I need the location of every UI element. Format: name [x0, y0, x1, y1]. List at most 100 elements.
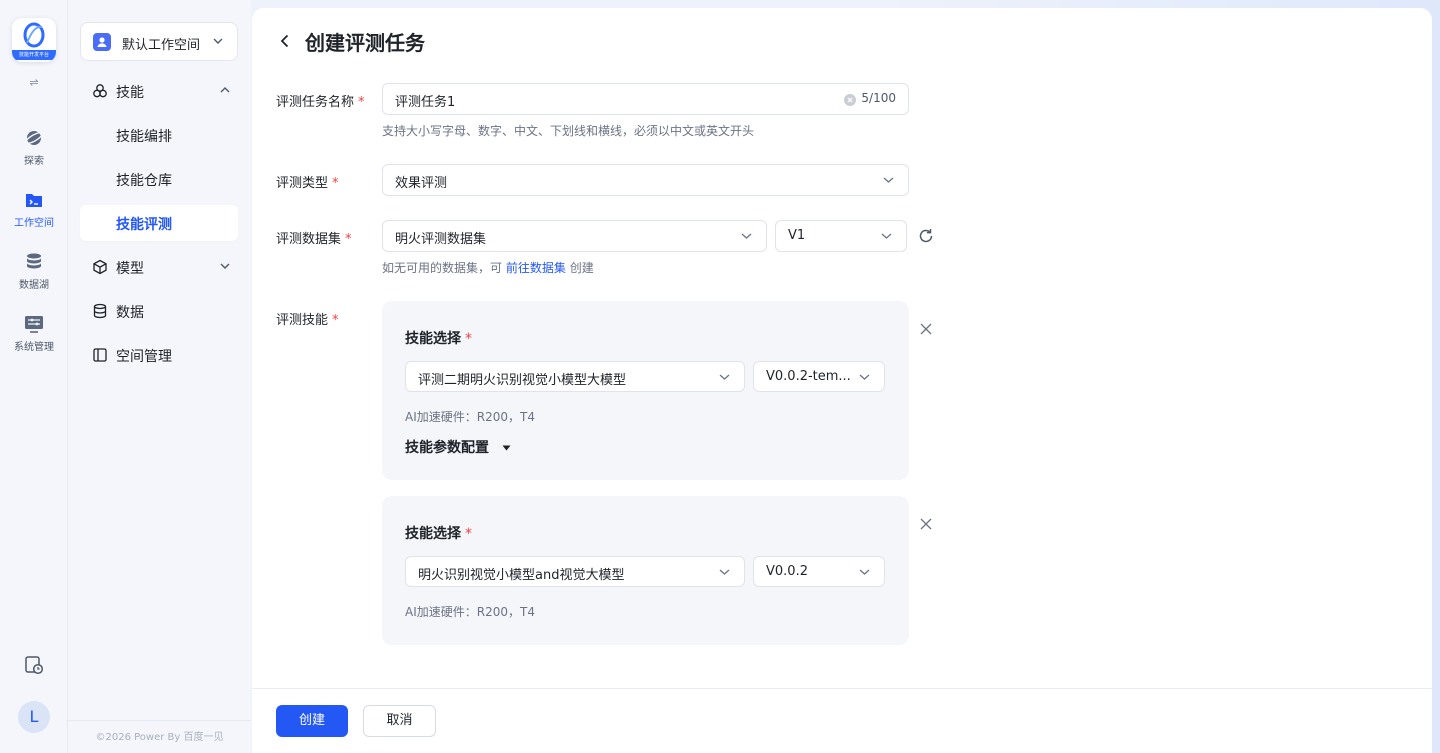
nav-item-label: 技能评测: [116, 217, 172, 233]
skill-param-config-label: 技能参数配置: [405, 440, 489, 456]
chevron-down-icon: [719, 569, 730, 575]
close-icon[interactable]: [920, 323, 932, 335]
required-mark: *: [465, 331, 472, 347]
eval-type-select[interactable]: 效果评测: [382, 164, 909, 196]
nav-item-skill-orchestration[interactable]: 技能编排: [80, 117, 238, 153]
database-icon: [27, 253, 41, 269]
rail-item-label: 工作空间: [14, 218, 54, 229]
avatar[interactable]: L: [18, 701, 50, 733]
task-name-hint: 支持大小写字母、数字、中文、下划线和横线，必须以中文或英文开头: [382, 124, 755, 138]
rail-item-explore[interactable]: 探索: [0, 128, 68, 178]
chevron-down-icon: [741, 233, 752, 239]
rail-item-label: 探索: [24, 156, 44, 167]
chevron-down-icon: [220, 263, 230, 269]
workspace-label: 默认工作空间: [122, 38, 201, 53]
dataset-value: 明火评测数据集: [395, 232, 487, 247]
nav-group-label: 数据: [116, 305, 144, 321]
page-title: 创建评测任务: [305, 31, 425, 55]
field-label-task-name: 评测任务名称 *: [276, 91, 365, 110]
logo-icon: [23, 22, 45, 48]
nav-group-skills[interactable]: 技能: [80, 73, 238, 109]
hardware-info: AI加速硬件：R200，T4: [405, 605, 535, 619]
skill-value: 明火识别视觉小模型and视觉大模型: [418, 568, 625, 583]
skill-version-select[interactable]: V0.0.2: [753, 556, 885, 587]
settings-panel-icon: [25, 316, 43, 333]
nav-group-label: 空间管理: [116, 349, 172, 365]
nav-item-skill-repo[interactable]: 技能仓库: [80, 161, 238, 197]
nav-group-data[interactable]: 数据: [80, 293, 238, 329]
rail-item-label: 系统管理: [14, 342, 54, 353]
chevron-down-icon: [859, 569, 870, 575]
main-panel: 创建评测任务 评测任务名称 * 评测任务1 5/100 支持大小写字母、数字、中文…: [252, 8, 1432, 753]
caret-down-icon: [502, 445, 511, 451]
sidebar-footer: ©2026 Power By 百度一见: [68, 720, 251, 753]
eval-type-value: 效果评测: [395, 176, 448, 191]
form-footer: 创建 取消: [252, 688, 1432, 753]
back-arrow-icon[interactable]: [278, 34, 292, 48]
dataset-version-select[interactable]: V1: [775, 220, 907, 252]
required-mark: *: [332, 313, 339, 328]
nav-item-label: 技能仓库: [116, 173, 172, 189]
task-name-input[interactable]: 评测任务1 5/100: [382, 83, 909, 115]
skill-card: 技能选择 * 明火识别视觉小模型and视觉大模型 V0.0.2 AI加速硬件：R2…: [382, 496, 909, 645]
skill-card: 技能选择 * 评测二期明火识别视觉小模型大模型 V0.0.2-tem... AI加…: [382, 301, 909, 480]
chevron-down-icon: [881, 233, 892, 239]
field-label-eval-type: 评测类型 *: [276, 172, 339, 191]
field-label-skill: 评测技能 *: [276, 309, 339, 328]
skill-card-title: 技能选择 *: [405, 523, 472, 543]
skill-param-config-toggle[interactable]: 技能参数配置: [405, 437, 511, 457]
chevron-down-icon: [859, 374, 870, 380]
nav-group-space-management[interactable]: 空间管理: [80, 337, 238, 373]
chevron-down-icon: [719, 374, 730, 380]
skill-card-title-text: 技能选择: [405, 526, 461, 542]
required-mark: *: [465, 526, 472, 542]
dataset-hint: 如无可用的数据集，可 前往数据集 创建: [382, 259, 594, 276]
nav-item-skill-eval[interactable]: 技能评测: [80, 205, 238, 241]
dataset-version-value: V1: [788, 228, 806, 243]
dataset-select[interactable]: 明火评测数据集: [382, 220, 767, 252]
nav-group-label: 模型: [116, 261, 144, 277]
create-button[interactable]: 创建: [276, 705, 348, 737]
user-icon: [93, 33, 111, 51]
char-count: 5/100: [861, 91, 896, 105]
history-icon[interactable]: [24, 655, 44, 675]
clear-icon[interactable]: [844, 94, 856, 106]
close-icon[interactable]: [920, 518, 932, 530]
dataset-hint-suffix: 创建: [569, 261, 594, 275]
workspace-select[interactable]: 默认工作空间: [80, 22, 238, 61]
chevron-up-icon: [220, 87, 230, 93]
rail-item-system[interactable]: 系统管理: [0, 314, 68, 364]
required-mark: *: [332, 176, 339, 191]
skill-card-title-text: 技能选择: [405, 331, 461, 347]
rail-item-workspace[interactable]: 工作空间: [0, 190, 68, 240]
skill-select[interactable]: 明火识别视觉小模型and视觉大模型: [405, 556, 745, 587]
go-to-dataset-link[interactable]: 前往数据集: [506, 261, 566, 275]
app-rail: 技能开发平台 ⇌ 探索 工作空间 数据湖 系统管理 L: [0, 0, 68, 753]
rail-item-datalake[interactable]: 数据湖: [0, 252, 68, 302]
skills-icon: [93, 84, 107, 98]
field-label-text: 评测技能: [276, 313, 329, 328]
field-label-dataset: 评测数据集 *: [276, 228, 352, 247]
app-logo[interactable]: 技能开发平台: [12, 18, 56, 62]
logo-text: 技能开发平台: [12, 50, 56, 60]
hardware-info: AI加速硬件：R200，T4: [405, 410, 535, 424]
cancel-button[interactable]: 取消: [363, 705, 436, 737]
skill-card-title: 技能选择 *: [405, 328, 472, 348]
chevron-down-icon: [213, 38, 223, 44]
required-mark: *: [345, 232, 352, 247]
dataset-hint-prefix: 如无可用的数据集，可: [382, 261, 503, 275]
field-label-text: 评测类型: [276, 176, 329, 191]
skill-version-value: V0.0.2-tem...: [766, 369, 851, 384]
rail-item-label: 数据湖: [19, 280, 49, 291]
cube-icon: [93, 259, 107, 275]
planet-icon: [24, 131, 44, 145]
chevron-down-icon: [883, 177, 894, 183]
task-name-value: 评测任务1: [395, 95, 456, 110]
refresh-icon[interactable]: [918, 228, 934, 244]
switch-icon[interactable]: ⇌: [24, 76, 44, 90]
folder-terminal-icon: [26, 194, 42, 207]
skill-version-select[interactable]: V0.0.2-tem...: [753, 361, 885, 392]
nav-group-models[interactable]: 模型: [80, 249, 238, 285]
sidebar: 默认工作空间 技能 技能编排 技能仓库 技能评测 模型 数据 空间管理 ©202…: [68, 0, 251, 753]
skill-select[interactable]: 评测二期明火识别视觉小模型大模型: [405, 361, 745, 392]
